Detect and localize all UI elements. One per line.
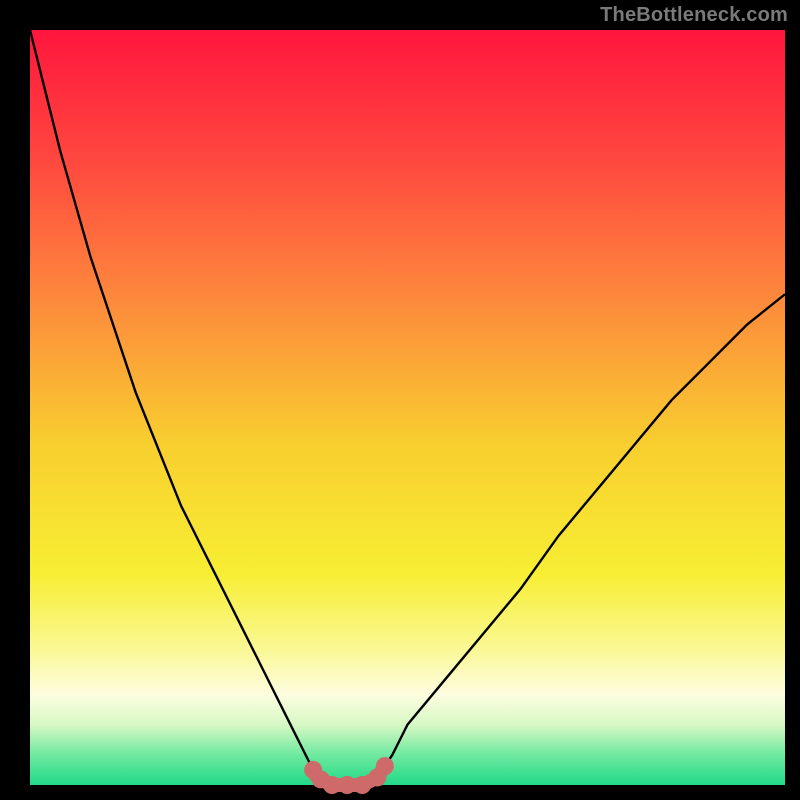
watermark-text: TheBottleneck.com xyxy=(600,4,788,27)
flat-marker xyxy=(376,757,394,775)
chart-background xyxy=(30,30,785,785)
chart-stage: TheBottleneck.com xyxy=(0,0,800,800)
bottleneck-chart xyxy=(0,0,800,800)
